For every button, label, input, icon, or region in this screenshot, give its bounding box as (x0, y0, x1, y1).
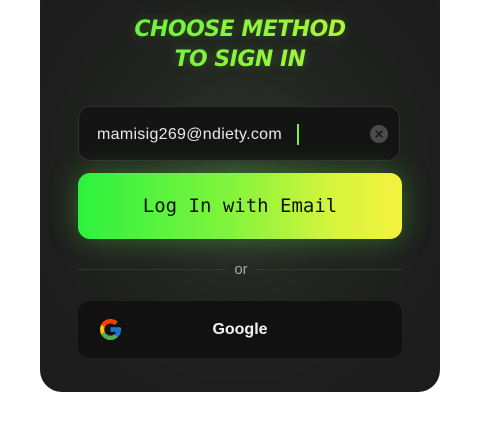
email-field[interactable]: mamisig269@ndiety.com (78, 106, 400, 161)
divider-line-right (256, 269, 402, 270)
text-caret (297, 124, 299, 145)
page-title-line-2: TO SIGN IN (40, 45, 440, 75)
google-button-label: Google (212, 321, 268, 338)
clear-icon[interactable] (370, 125, 388, 143)
sign-in-card: CHOOSE METHOD TO SIGN IN mamisig269@ndie… (40, 0, 440, 392)
divider-line-left (78, 269, 226, 270)
email-value[interactable]: mamisig269@ndiety.com (97, 125, 282, 145)
login-button-label: Log In with Email (142, 195, 338, 217)
divider-or-label: or (234, 261, 248, 278)
google-sign-in-button[interactable]: Google (78, 301, 402, 358)
page-title-line-1: CHOOSE METHOD (40, 15, 440, 45)
login-with-email-button[interactable]: Log In with Email (78, 173, 402, 239)
